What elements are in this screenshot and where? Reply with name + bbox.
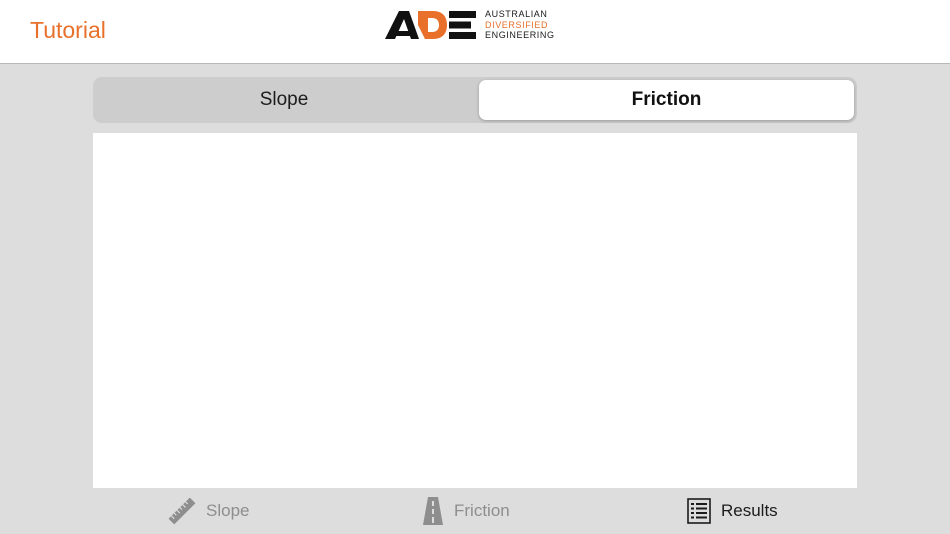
tab-results[interactable]: Results (687, 496, 778, 526)
list-icon (687, 498, 711, 524)
ade-logo-mark (385, 11, 476, 39)
logo-wordmark: AUSTRALIAN DIVERSIFIED ENGINEERING (485, 9, 555, 41)
tab-friction[interactable]: Friction (422, 496, 510, 526)
results-content-panel (93, 133, 857, 488)
mode-segmented-control: Slope Friction (93, 77, 857, 123)
tab-friction-label: Friction (454, 501, 510, 520)
navigation-bar: Tutorial AUSTRALIAN DIVERSIFIED ENGINEER… (0, 0, 950, 64)
tab-results-label: Results (721, 501, 778, 520)
tab-bar: Slope Friction Results (0, 488, 950, 534)
ruler-icon (168, 497, 196, 525)
segment-friction[interactable]: Friction (479, 80, 854, 120)
segment-slope[interactable]: Slope (96, 80, 472, 120)
tutorial-button[interactable]: Tutorial (30, 17, 106, 44)
ade-logo: AUSTRALIAN DIVERSIFIED ENGINEERING (385, 9, 555, 41)
tab-slope[interactable]: Slope (168, 496, 249, 526)
tab-slope-label: Slope (206, 501, 250, 520)
road-icon (423, 497, 443, 525)
